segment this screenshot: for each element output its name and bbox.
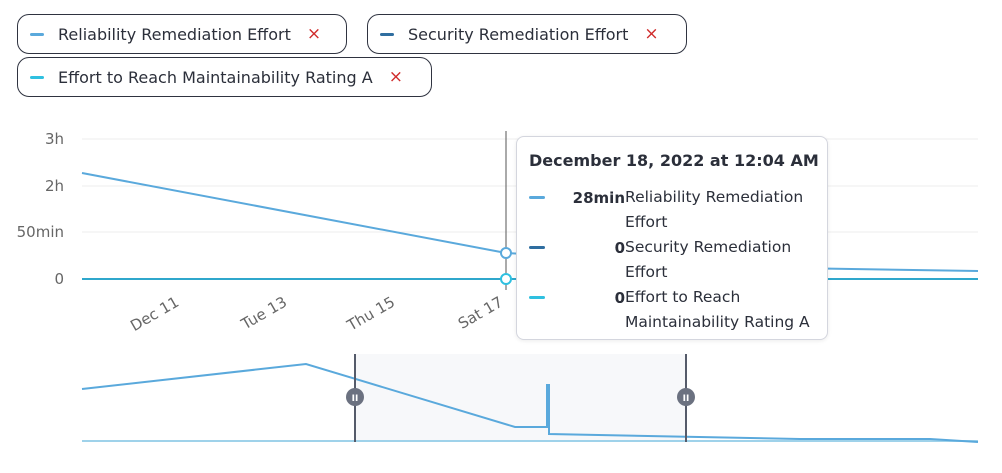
x-tick-label: Sat 17: [455, 293, 506, 333]
y-tick-label: 2h: [45, 177, 64, 195]
tooltip-title: December 18, 2022 at 12:04 AM: [529, 151, 819, 170]
tooltip-series-name: Reliability Remediation Effort: [625, 188, 804, 231]
tooltip-series-name: Security Remediation Effort: [625, 238, 792, 281]
tooltip-row-reliability: 28min Reliability Remediation Effort: [529, 185, 819, 235]
tooltip-row-security: 0 Security Remediation Effort: [529, 235, 819, 285]
tooltip-row-maintainability: 0 Effort to Reach Maintainability Rating…: [529, 285, 819, 335]
brush-selection[interactable]: [355, 354, 686, 442]
series-color-swatch: [529, 296, 545, 299]
hover-marker-zero: [500, 273, 512, 285]
tooltip-value: 0: [614, 239, 625, 257]
y-tick-label: 3h: [45, 130, 64, 148]
tooltip-value: 0: [614, 289, 625, 307]
y-tick-label: 50min: [17, 223, 64, 241]
brush-handle-left[interactable]: II: [346, 388, 364, 406]
series-color-swatch: [529, 246, 545, 249]
effort-chart: 3h 2h 50min 0 Dec 11 Tue 13 Thu 15 Sat 1…: [17, 130, 979, 443]
tooltip-value: 28min: [572, 189, 625, 207]
hover-marker-reliability: [500, 247, 512, 259]
brush-handle-right[interactable]: II: [677, 388, 695, 406]
drag-handle-icon: II: [683, 394, 690, 404]
drag-handle-icon: II: [352, 394, 359, 404]
y-tick-label: 0: [54, 270, 64, 288]
tooltip-series-name: Effort to Reach Maintainability Rating A: [625, 288, 810, 331]
x-tick-label: Tue 13: [237, 293, 290, 334]
chart-tooltip: December 18, 2022 at 12:04 AM 28min Reli…: [516, 136, 828, 340]
x-tick-label: Dec 11: [127, 293, 182, 335]
series-color-swatch: [529, 196, 545, 199]
x-tick-label: Thu 15: [343, 293, 398, 335]
